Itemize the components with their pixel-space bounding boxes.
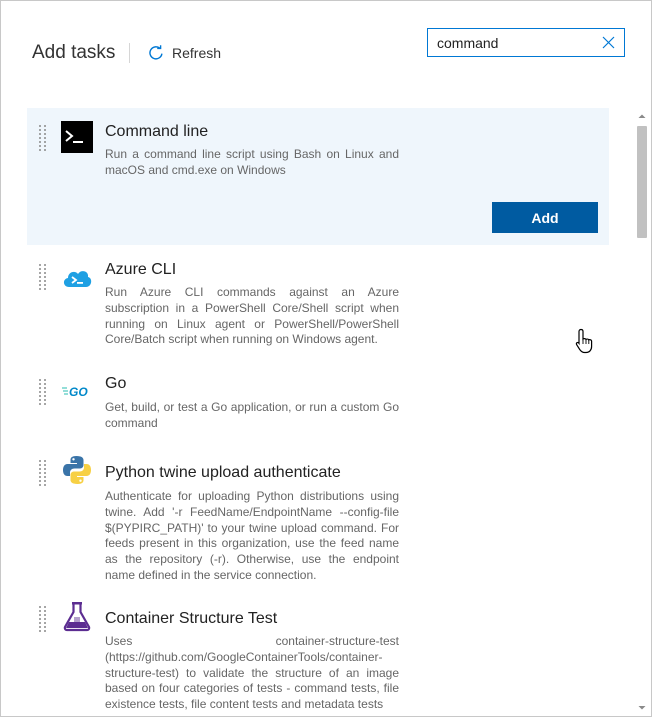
scroll-down-arrow-icon[interactable]: [633, 700, 651, 716]
drag-handle-icon[interactable]: [39, 379, 47, 405]
close-icon[interactable]: [602, 36, 615, 49]
task-description: Run Azure CLI commands against an Azure …: [105, 285, 399, 347]
task-description: Get, build, or test a Go application, or…: [105, 400, 399, 430]
refresh-button[interactable]: Refresh: [148, 44, 221, 62]
refresh-label: Refresh: [172, 45, 222, 61]
panel-title: Add tasks: [32, 42, 116, 63]
flask-icon: [63, 602, 91, 632]
add-tasks-panel: Add tasks Refresh command Command line R…: [0, 0, 652, 717]
drag-handle-icon[interactable]: [39, 606, 47, 632]
task-name: Python twine upload authenticate: [105, 464, 341, 481]
add-button[interactable]: Add: [492, 202, 598, 233]
list-item[interactable]: Python twine upload authenticate Authent…: [27, 448, 609, 582]
drag-handle-icon[interactable]: [39, 125, 47, 151]
svg-text:GO: GO: [69, 385, 88, 399]
task-description: Run a command line script using Bash on …: [105, 147, 399, 177]
task-description: Authenticate for uploading Python distri…: [105, 489, 399, 582]
go-logo-icon: GO: [62, 385, 88, 399]
task-name: Azure CLI: [105, 261, 177, 278]
search-box: [427, 28, 625, 57]
drag-handle-icon[interactable]: [39, 264, 47, 290]
azure-cloud-icon: [63, 271, 92, 287]
refresh-icon: [149, 45, 163, 60]
task-description: Uses container-structure-test (https://g…: [105, 634, 399, 712]
list-item[interactable]: Container Structure Test Uses container-…: [27, 594, 609, 716]
panel-header: Add tasks Refresh: [1, 1, 651, 101]
list-item[interactable]: GO Go Get, build, or test a Go applicati…: [27, 363, 609, 443]
drag-handle-icon[interactable]: [39, 460, 47, 486]
task-name: Command line: [105, 123, 209, 140]
python-logo-icon: [63, 456, 91, 484]
task-name: Container Structure Test: [105, 610, 278, 627]
search-input[interactable]: [428, 29, 598, 56]
vertical-scrollbar[interactable]: [633, 108, 651, 716]
scroll-up-arrow-icon[interactable]: [633, 108, 651, 124]
list-item[interactable]: Azure CLI Run Azure CLI commands against…: [27, 248, 609, 358]
terminal-icon: [61, 121, 93, 153]
header-divider: [129, 43, 130, 63]
scrollbar-thumb[interactable]: [637, 126, 647, 238]
task-name: Go: [105, 375, 127, 392]
list-item[interactable]: Command line Run a command line script u…: [27, 108, 609, 245]
task-list: Command line Run a command line script u…: [1, 108, 633, 716]
